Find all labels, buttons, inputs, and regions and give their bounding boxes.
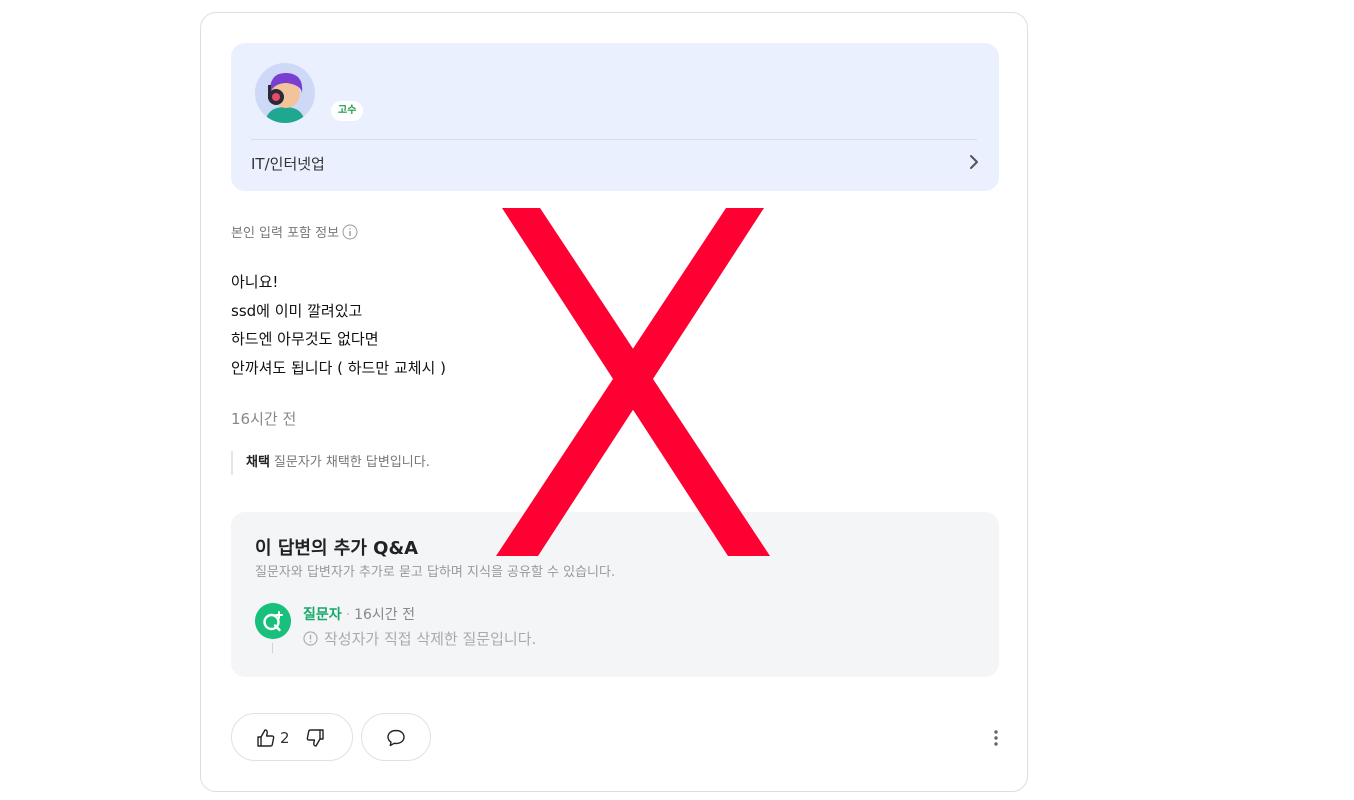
info-label: 본인 입력 포함 정보 xyxy=(231,226,340,241)
qa-timestamp: 16시간 전 xyxy=(354,607,415,623)
qa-deleted-notice: 작성자가 직접 삭제한 질문입니다. xyxy=(303,628,536,649)
adoption-label: 채택 xyxy=(246,455,270,470)
qa-title: 이 답변의 추가 Q&A xyxy=(255,538,419,559)
answer-body: 아니요! ssd에 이미 깔려있고 하드엔 아무것도 없다면 안까셔도 됩니다 … xyxy=(231,268,446,382)
more-options-icon[interactable] xyxy=(987,727,1005,749)
like-count: 2 xyxy=(280,729,290,747)
thread-line xyxy=(272,643,273,653)
adoption-notice: 채택 질문자가 채택한 답변입니다. xyxy=(231,451,430,475)
answer-timestamp: 16시간 전 xyxy=(231,410,297,428)
info-icon[interactable] xyxy=(342,224,358,240)
qa-deleted-text: 작성자가 직접 삭제한 질문입니다. xyxy=(324,630,537,648)
self-input-info: 본인 입력 포함 정보 xyxy=(231,222,358,241)
profile-category[interactable]: IT/인터넷업 xyxy=(251,153,325,174)
exclamation-circle-icon xyxy=(303,631,318,646)
thumbs-down-icon[interactable] xyxy=(305,728,325,748)
answer-line: 안까셔도 됩니다 ( 하드만 교체시 ) xyxy=(231,358,446,377)
chevron-right-icon[interactable] xyxy=(967,153,981,171)
qa-item-meta: 질문자 · 16시간 전 xyxy=(303,604,415,624)
avatar[interactable] xyxy=(255,63,315,123)
comment-button[interactable] xyxy=(361,713,431,761)
speech-bubble-icon xyxy=(387,729,405,747)
avatar-illustration-icon xyxy=(255,63,315,123)
answer-line: ssd에 이미 깔려있고 xyxy=(231,301,363,320)
additional-qa-section: 이 답변의 추가 Q&A 질문자와 답변자가 추가로 묻고 답하며 지식을 공유… xyxy=(231,512,999,677)
expert-badge: 고수 xyxy=(331,101,364,121)
vote-button-group: 2 xyxy=(231,713,353,761)
adoption-text: 질문자가 채택한 답변입니다. xyxy=(273,455,430,470)
answer-line: 하드엔 아무것도 없다면 xyxy=(231,330,379,349)
profile-box[interactable]: 고수 IT/인터넷업 xyxy=(231,43,999,191)
divider xyxy=(251,139,977,140)
qa-description: 질문자와 답변자가 추가로 묻고 답하며 지식을 공유할 수 있습니다. xyxy=(255,565,616,580)
separator-dot: · xyxy=(345,607,351,623)
answer-line: 아니요! xyxy=(231,273,279,291)
answer-card: 고수 IT/인터넷업 본인 입력 포함 정보 아니요! ssd에 이미 깔려있고… xyxy=(200,12,1028,792)
thumbs-up-icon[interactable] xyxy=(256,728,276,748)
questioner-q-icon xyxy=(255,603,291,639)
qa-author: 질문자 xyxy=(303,607,342,623)
